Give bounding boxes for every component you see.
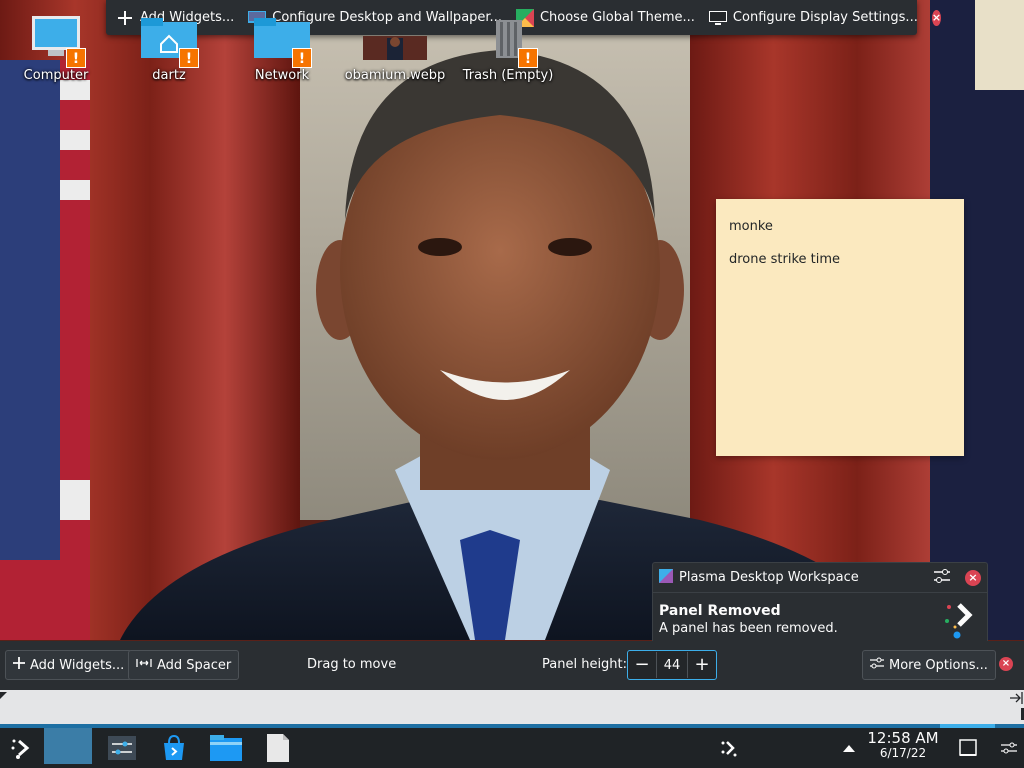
- drag-to-move-handle[interactable]: Drag to move: [307, 657, 396, 672]
- add-widgets-label: Add Widgets...: [30, 657, 125, 673]
- computer-label: Computer: [23, 68, 89, 83]
- increase-height-button[interactable]: +: [688, 651, 716, 679]
- notification-settings-icon[interactable]: [933, 568, 951, 588]
- panel-ruler[interactable]: [0, 690, 1024, 724]
- application-launcher-icon[interactable]: [0, 728, 44, 768]
- pager-icon[interactable]: [44, 728, 92, 764]
- digital-clock[interactable]: 12:58 AM 6/17/22: [862, 731, 944, 761]
- close-edit-mode-icon[interactable]: ×: [999, 657, 1013, 671]
- clock-time: 12:58 AM: [867, 729, 939, 747]
- trash-label: Trash (Empty): [462, 68, 554, 83]
- sliders-icon: [870, 657, 884, 673]
- kdeconnect-icon[interactable]: [708, 728, 752, 768]
- dartz-label: dartz: [152, 68, 186, 83]
- tray-expand-icon[interactable]: [836, 728, 862, 768]
- warning-badge-icon: !: [518, 48, 538, 68]
- computer-icon: !: [28, 14, 86, 68]
- desktop-icon-computer[interactable]: ! Computer: [1, 14, 111, 83]
- warning-badge-icon: !: [179, 48, 199, 68]
- add-spacer-label: Add Spacer: [157, 657, 232, 673]
- desktop-icon-trash[interactable]: ! Trash (Empty): [453, 14, 563, 83]
- note-line-1: monke: [729, 219, 773, 234]
- decrease-height-button[interactable]: −: [628, 651, 656, 679]
- image-thumbnail-icon: [363, 14, 427, 64]
- panel-height-spinbox: − +: [627, 650, 717, 680]
- more-options-button[interactable]: More Options...: [862, 650, 996, 680]
- panel-height-label: Panel height:: [542, 657, 628, 672]
- discover-icon[interactable]: [152, 728, 196, 768]
- plasma-logo-icon: [945, 603, 973, 639]
- notification-app-name: Plasma Desktop Workspace: [679, 570, 859, 585]
- taskbar: 12:58 AM 6/17/22: [0, 728, 1024, 768]
- desktop-icon-dartz[interactable]: ! dartz: [114, 14, 224, 83]
- spacer-icon: [136, 657, 152, 673]
- network-label: Network: [254, 68, 310, 83]
- note-line-2: drone strike time: [729, 252, 841, 267]
- desktop-icon-network[interactable]: ! Network: [227, 14, 337, 83]
- display-settings-label: Configure Display Settings...: [732, 10, 918, 25]
- system-settings-icon[interactable]: [100, 728, 144, 768]
- panel-height-input[interactable]: [656, 652, 688, 678]
- home-folder-icon: !: [141, 14, 199, 68]
- global-theme-label: Choose Global Theme...: [539, 10, 695, 25]
- show-desktop-icon[interactable]: [954, 728, 982, 768]
- display-settings-button[interactable]: Configure Display Settings...: [708, 9, 918, 27]
- panel-settings-icon[interactable]: [994, 728, 1024, 768]
- notification-close-icon[interactable]: ×: [965, 569, 981, 586]
- sticky-note-widget[interactable]: monke drone strike time: [716, 199, 964, 456]
- clock-date: 6/17/22: [879, 746, 927, 760]
- document-icon[interactable]: [256, 728, 300, 768]
- network-folder-icon: !: [254, 14, 312, 68]
- display-icon: [708, 9, 727, 27]
- obamium-label: obamium.webp: [344, 68, 446, 83]
- ruler-handles-icon: [0, 692, 1024, 720]
- warning-badge-icon: !: [292, 48, 312, 68]
- plus-icon: [13, 657, 25, 673]
- warning-badge-icon: !: [66, 48, 86, 68]
- add-widgets-button[interactable]: Add Widgets...: [5, 650, 133, 680]
- notification-popup: Plasma Desktop Workspace × Panel Removed…: [652, 562, 988, 642]
- add-spacer-button[interactable]: Add Spacer: [128, 650, 240, 680]
- desktop-icon-obamium[interactable]: obamium.webp: [340, 14, 450, 83]
- notification-message: A panel has been removed.: [659, 621, 838, 636]
- trash-icon: !: [480, 14, 538, 68]
- notification-title: Panel Removed: [659, 603, 781, 619]
- plasma-app-icon: [659, 568, 673, 587]
- close-icon[interactable]: ×: [931, 9, 942, 26]
- dolphin-icon[interactable]: [204, 728, 248, 768]
- more-options-label: More Options...: [889, 657, 988, 673]
- panel-edit-toolbar: Add Widgets... Add Spacer Drag to move P…: [0, 641, 1024, 690]
